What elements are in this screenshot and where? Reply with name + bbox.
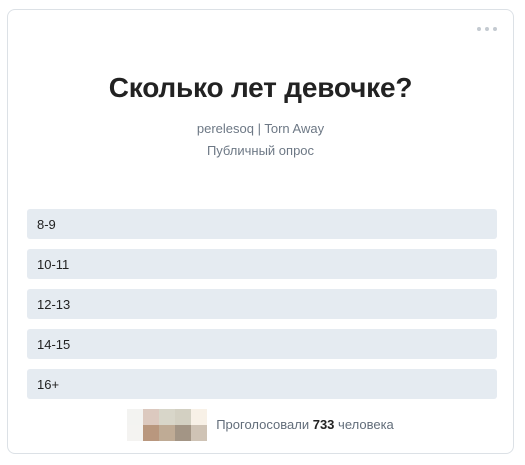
poll-title: Сколько лет девочке?: [108, 72, 413, 103]
poll-option[interactable]: 12-13: [27, 289, 497, 319]
poll-option-label: 8-9: [37, 216, 56, 232]
more-options-button[interactable]: [475, 22, 499, 36]
poll-option-label: 16+: [37, 376, 60, 392]
more-dot: [477, 27, 481, 31]
voters-prefix: Проголосовали: [216, 417, 310, 432]
poll-card: Сколько лет девочке? perelesoq | Torn Aw…: [7, 9, 514, 454]
voters-count: 733: [312, 417, 335, 432]
poll-option[interactable]: 16+: [27, 369, 497, 399]
poll-option-label: 12-13: [37, 296, 71, 312]
voters-suffix: человека: [338, 417, 394, 432]
poll-type-label: Публичный опрос: [206, 143, 315, 158]
voter-avatars[interactable]: [127, 408, 208, 441]
poll-footer: Проголосовали 733 человека: [8, 408, 513, 441]
poll-option[interactable]: 14-15: [27, 329, 497, 359]
poll-option[interactable]: 10-11: [27, 249, 497, 279]
more-dot: [485, 27, 489, 31]
voters-count-text[interactable]: Проголосовали 733 человека: [216, 417, 394, 432]
poll-option[interactable]: 8-9: [27, 209, 497, 239]
more-dot: [493, 27, 497, 31]
poll-options: 8-9 10-11 12-13 14-15 16+: [27, 209, 497, 409]
poll-option-label: 10-11: [37, 256, 70, 272]
poll-author[interactable]: perelesoq | Torn Away: [8, 121, 513, 136]
poll-option-label: 14-15: [37, 336, 71, 352]
